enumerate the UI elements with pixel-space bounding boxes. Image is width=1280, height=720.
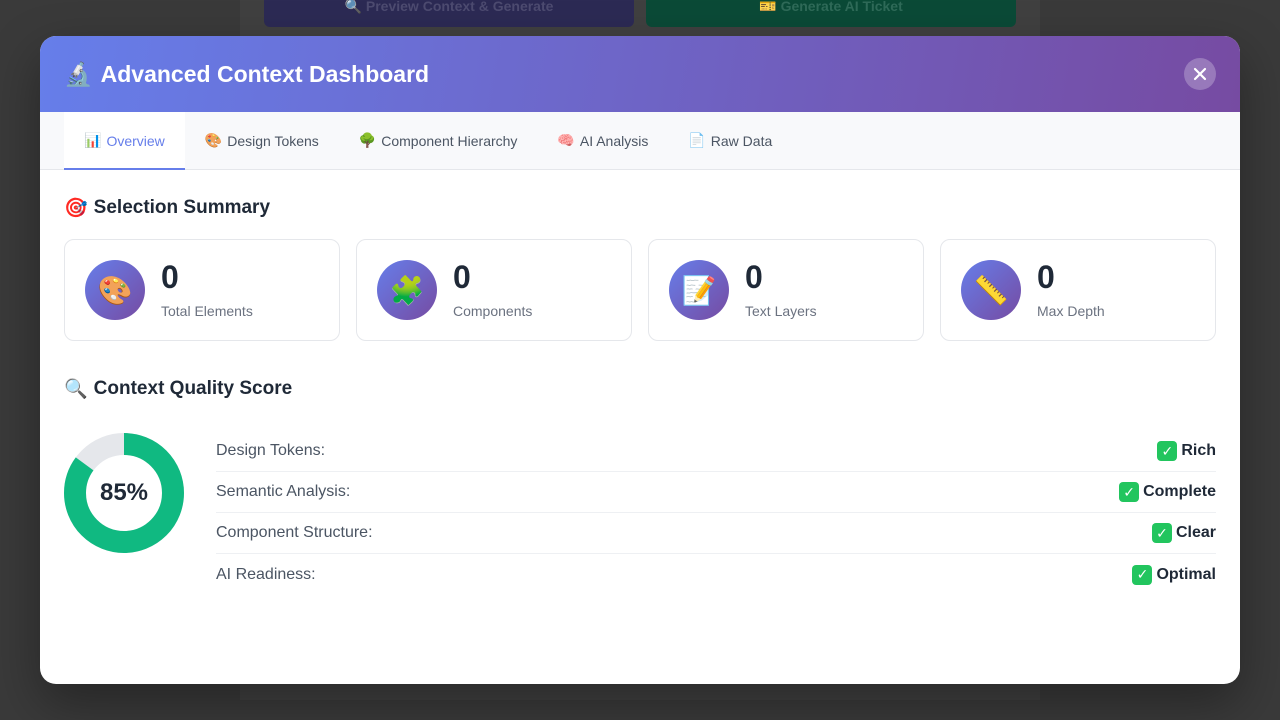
close-icon	[1193, 67, 1207, 81]
tab-design-tokens[interactable]: 🎨 Design Tokens	[185, 112, 339, 169]
metric-status-text: Rich	[1181, 442, 1216, 459]
metric-label: AI Readiness:	[216, 565, 316, 583]
tab-label: Raw Data	[710, 132, 773, 149]
metric-label: Component Structure:	[216, 524, 373, 541]
modal-title-text: Advanced Context Dashboard	[100, 60, 430, 87]
check-icon: ✓	[1151, 523, 1172, 543]
quality-score-donut: 85%	[64, 433, 184, 553]
magnifier-icon: 🔍	[64, 379, 88, 400]
modal-header: 🔬 Advanced Context Dashboard	[40, 36, 1240, 112]
stat-label: Text Layers	[745, 303, 817, 319]
tab-overview[interactable]: 📊 Overview	[64, 112, 185, 170]
tab-component-hierarchy[interactable]: 🌳 Component Hierarchy	[339, 112, 538, 169]
modal-title: 🔬 Advanced Context Dashboard	[64, 61, 429, 88]
metric-status: ✓ Rich	[1157, 441, 1216, 461]
selection-summary-title: Selection Summary	[93, 197, 271, 218]
tab-ai-analysis[interactable]: 🧠 AI Analysis	[537, 112, 668, 169]
stat-label: Components	[453, 303, 533, 319]
selection-summary-heading: 🎯 Selection Summary	[64, 196, 1216, 220]
tab-raw-data[interactable]: 📄 Raw Data	[668, 112, 792, 169]
preview-context-label: 🔍 Preview Context & Generate	[344, 0, 554, 14]
tab-label: AI Analysis	[579, 132, 649, 149]
bar-chart-icon: 📊	[84, 132, 102, 148]
stat-value: 0	[453, 259, 471, 295]
metric-status-text: Optimal	[1156, 565, 1216, 583]
metric-status: ✓ Complete	[1119, 482, 1216, 502]
target-icon: 🎯	[64, 198, 88, 219]
metric-status: ✓ Clear	[1151, 523, 1216, 543]
metric-row-design-tokens: Design Tokens: ✓ Rich	[216, 431, 1216, 472]
metric-row-semantic-analysis: Semantic Analysis: ✓ Complete	[216, 472, 1216, 513]
stats-grid: 🎨 0 Total Elements 🧩 0 Components 📝 0 Te…	[64, 239, 1216, 341]
brain-icon: 🧠	[557, 132, 575, 148]
metric-status-text: Complete	[1143, 483, 1216, 500]
tab-label: Component Hierarchy	[381, 132, 518, 149]
tree-icon: 🌳	[358, 132, 377, 148]
preview-context-button[interactable]: 🔍 Preview Context & Generate	[264, 0, 634, 27]
generate-ticket-label: 🎫 Generate AI Ticket	[759, 0, 903, 14]
metric-label: Design Tokens:	[216, 442, 326, 459]
quality-metrics-list: Design Tokens: ✓ Rich Semantic Analysis:…	[216, 431, 1216, 595]
context-dashboard-modal: 🔬 Advanced Context Dashboard 📊 Overview …	[40, 36, 1240, 684]
metric-row-ai-readiness: AI Readiness: ✓ Optimal	[216, 554, 1216, 595]
context-quality-title: Context Quality Score	[93, 378, 293, 399]
palette-icon: 🎨	[204, 132, 223, 148]
stat-card-components: 🧩 0 Components	[356, 239, 632, 341]
stat-label: Max Depth	[1037, 303, 1105, 319]
tab-label: Overview	[106, 132, 165, 149]
quality-section: 85% Design Tokens: ✓ Rich Semantic Analy…	[64, 431, 1216, 595]
tab-label: Design Tokens	[227, 132, 319, 149]
stat-card-total-elements: 🎨 0 Total Elements	[64, 239, 340, 341]
overview-panel: 🎯 Selection Summary 🎨 0 Total Elements 🧩…	[40, 170, 1240, 621]
document-icon: 📄	[688, 132, 706, 148]
close-button[interactable]	[1184, 58, 1216, 90]
metric-label: Semantic Analysis:	[216, 483, 351, 500]
stat-value: 0	[161, 259, 179, 295]
tab-bar: 📊 Overview 🎨 Design Tokens 🌳 Component H…	[40, 112, 1240, 170]
generate-ticket-button[interactable]: 🎫 Generate AI Ticket	[646, 0, 1016, 27]
stat-label: Total Elements	[161, 303, 253, 319]
check-icon: ✓	[1157, 441, 1178, 461]
quality-score-value: 85%	[99, 479, 149, 506]
ruler-icon: 📏	[961, 260, 1021, 320]
metric-status: ✓ Optimal	[1132, 564, 1216, 585]
stat-value: 0	[745, 259, 763, 295]
palette-icon: 🎨	[85, 260, 145, 320]
metric-row-component-structure: Component Structure: ✓ Clear	[216, 513, 1216, 554]
memo-icon: 📝	[669, 260, 729, 320]
check-icon: ✓	[1132, 564, 1153, 585]
metric-status-text: Clear	[1175, 524, 1216, 541]
stat-card-max-depth: 📏 0 Max Depth	[940, 239, 1216, 341]
puzzle-icon: 🧩	[377, 260, 437, 320]
microscope-icon: 🔬	[64, 60, 93, 87]
context-quality-heading: 🔍 Context Quality Score	[64, 377, 1216, 401]
check-icon: ✓	[1119, 482, 1140, 502]
stat-card-text-layers: 📝 0 Text Layers	[648, 239, 924, 341]
stat-value: 0	[1037, 259, 1055, 295]
